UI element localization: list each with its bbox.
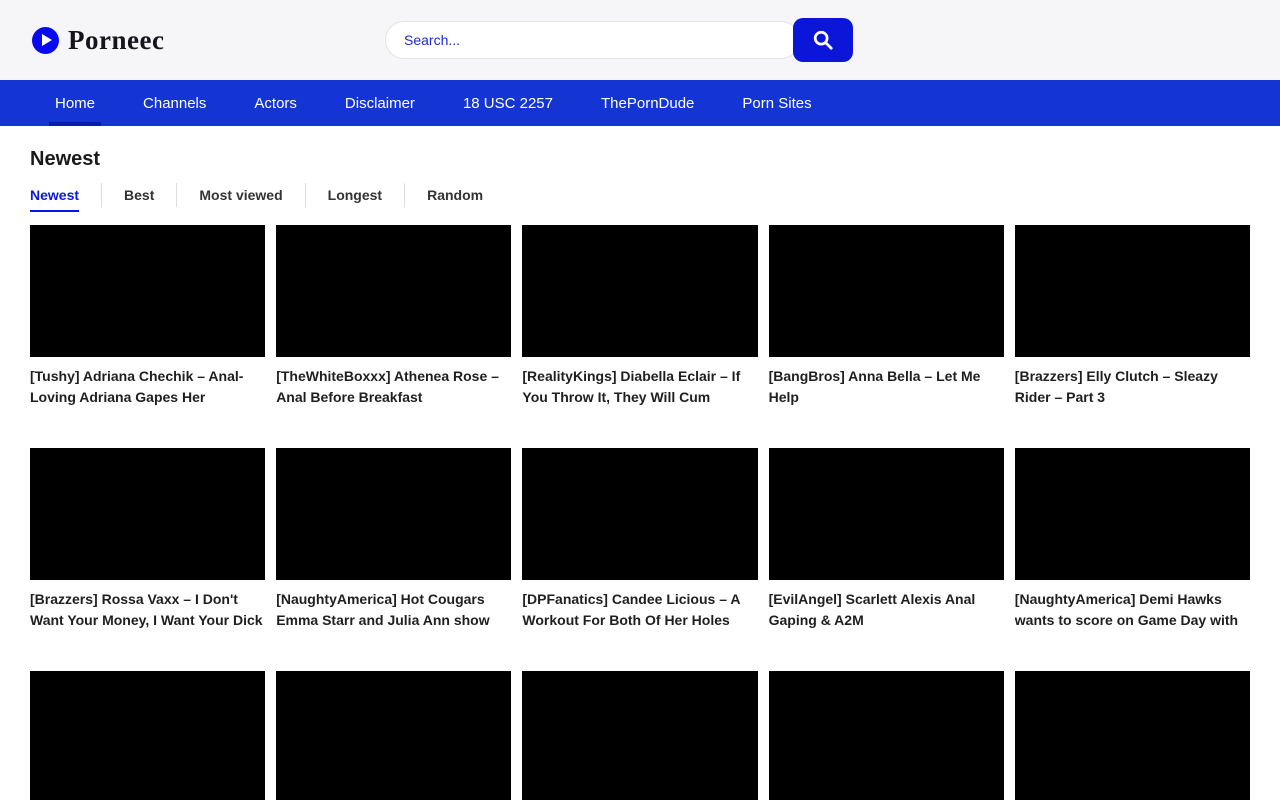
video-thumbnail[interactable] — [522, 448, 757, 580]
video-thumbnail[interactable] — [522, 225, 757, 357]
video-card[interactable] — [30, 671, 265, 800]
video-thumbnail[interactable] — [769, 225, 1004, 357]
video-thumbnail[interactable] — [1015, 671, 1250, 800]
main-nav: Home Channels Actors Disclaimer 18 USC 2… — [0, 80, 1280, 126]
video-title[interactable]: [BangBros] Anna Bella – Let Me Help — [769, 366, 1004, 408]
nav-item-disclaimer[interactable]: Disclaimer — [321, 80, 439, 126]
nav-item-theporndude[interactable]: ThePornDude — [577, 80, 718, 126]
nav-item-porn-sites[interactable]: Porn Sites — [718, 80, 835, 126]
video-card[interactable] — [276, 671, 511, 800]
video-thumbnail[interactable] — [1015, 225, 1250, 357]
tab-longest-label: Longest — [328, 187, 382, 203]
tab-most-viewed[interactable]: Most viewed — [176, 183, 304, 207]
video-thumbnail[interactable] — [769, 671, 1004, 800]
tab-random-label: Random — [427, 187, 483, 203]
video-thumbnail[interactable] — [30, 671, 265, 800]
video-card[interactable]: [Tushy] Adriana Chechik – Anal-Loving Ad… — [30, 225, 265, 408]
video-title[interactable]: [NaughtyAmerica] Hot Cougars Emma Starr … — [276, 589, 511, 631]
tab-best[interactable]: Best — [101, 183, 176, 207]
video-title[interactable]: [RealityKings] Diabella Eclair – If You … — [522, 366, 757, 408]
site-header: Porneec — [0, 0, 1280, 80]
search-bar — [385, 18, 853, 62]
nav-item-actors[interactable]: Actors — [230, 80, 321, 126]
video-title[interactable]: [EvilAngel] Scarlett Alexis Anal Gaping … — [769, 589, 1004, 631]
sort-tabs: Newest Best Most viewed Longest Random — [30, 183, 1250, 207]
video-card[interactable]: [EvilAngel] Scarlett Alexis Anal Gaping … — [769, 448, 1004, 631]
tab-longest[interactable]: Longest — [305, 183, 404, 207]
video-card[interactable]: [Brazzers] Rossa Vaxx – I Don't Want You… — [30, 448, 265, 631]
video-card[interactable]: [Brazzers] Elly Clutch – Sleazy Rider – … — [1015, 225, 1250, 408]
tab-best-label: Best — [124, 187, 154, 203]
video-thumbnail[interactable] — [30, 225, 265, 357]
tab-newest[interactable]: Newest — [30, 183, 101, 207]
video-title[interactable]: [DPFanatics] Candee Licious – A Workout … — [522, 589, 757, 631]
video-card[interactable] — [769, 671, 1004, 800]
nav-item-home[interactable]: Home — [31, 80, 119, 126]
tab-newest-label: Newest — [30, 187, 79, 212]
video-thumbnail[interactable] — [30, 448, 265, 580]
video-card[interactable]: [TheWhiteBoxxx] Athenea Rose – Anal Befo… — [276, 225, 511, 408]
video-card[interactable]: [NaughtyAmerica] Demi Hawks wants to sco… — [1015, 448, 1250, 631]
video-card[interactable] — [1015, 671, 1250, 800]
magnifier-icon — [812, 29, 834, 51]
video-card[interactable]: [BangBros] Anna Bella – Let Me Help — [769, 225, 1004, 408]
search-input[interactable] — [385, 21, 800, 59]
video-thumbnail[interactable] — [769, 448, 1004, 580]
video-title[interactable]: [Tushy] Adriana Chechik – Anal-Loving Ad… — [30, 366, 265, 408]
video-thumbnail[interactable] — [276, 671, 511, 800]
site-logo[interactable]: Porneec — [32, 25, 164, 56]
search-button[interactable] — [793, 18, 853, 62]
video-card[interactable]: [NaughtyAmerica] Hot Cougars Emma Starr … — [276, 448, 511, 631]
tab-random[interactable]: Random — [404, 183, 505, 207]
video-thumbnail[interactable] — [1015, 448, 1250, 580]
video-card[interactable]: [DPFanatics] Candee Licious – A Workout … — [522, 448, 757, 631]
play-logo-icon — [32, 27, 59, 54]
tab-most-viewed-label: Most viewed — [199, 187, 282, 203]
video-card[interactable]: [RealityKings] Diabella Eclair – If You … — [522, 225, 757, 408]
section-heading: Newest — [30, 148, 1250, 171]
video-thumbnail[interactable] — [276, 225, 511, 357]
video-title[interactable]: [TheWhiteBoxxx] Athenea Rose – Anal Befo… — [276, 366, 511, 408]
video-title[interactable]: [NaughtyAmerica] Demi Hawks wants to sco… — [1015, 589, 1250, 631]
video-grid: [Tushy] Adriana Chechik – Anal-Loving Ad… — [30, 225, 1250, 800]
video-title[interactable]: [Brazzers] Rossa Vaxx – I Don't Want You… — [30, 589, 265, 631]
video-title[interactable]: [Brazzers] Elly Clutch – Sleazy Rider – … — [1015, 366, 1250, 408]
video-thumbnail[interactable] — [522, 671, 757, 800]
brand-name: Porneec — [68, 25, 164, 56]
main-content: Newest Newest Best Most viewed Longest R… — [0, 148, 1280, 800]
video-card[interactable] — [522, 671, 757, 800]
nav-item-channels[interactable]: Channels — [119, 80, 230, 126]
video-thumbnail[interactable] — [276, 448, 511, 580]
nav-item-18usc2257[interactable]: 18 USC 2257 — [439, 80, 577, 126]
